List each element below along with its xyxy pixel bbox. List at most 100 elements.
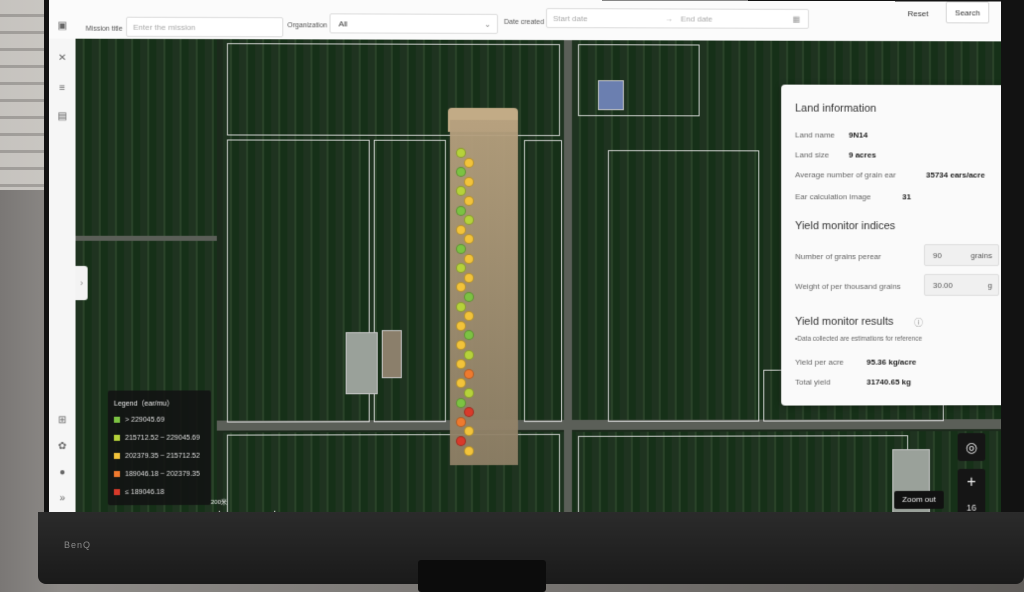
legend-swatch [114,471,120,477]
total-yield-value: 31740.65 kg [867,378,912,387]
mission-title-label: Mission title [86,26,123,33]
legend-swatch [114,489,120,495]
sample-dot[interactable] [464,177,474,187]
results-note: •Data collected are estimations for refe… [795,336,922,343]
organization-label: Organization [287,22,327,29]
date-range-input[interactable]: Start date → End date ▦ [546,8,809,29]
sample-dot[interactable] [456,340,466,350]
calendar-icon[interactable]: ▦ [793,10,801,30]
mission-title-input[interactable]: Enter the mission [126,17,283,38]
ear-image-value[interactable]: 31 [902,192,911,201]
app-screen: Mission title Enter the mission Organiza… [49,0,1001,550]
plot-boundary[interactable] [578,44,700,116]
legend-item: 215712.52 ~ 229045.69 [114,435,200,442]
settings-icon[interactable]: ✿ [56,441,68,453]
legend-item: 189046.18 ~ 202379.35 [114,471,200,478]
sample-dot[interactable] [456,321,466,331]
avg-grain-label: Average number of grain ear [795,170,896,179]
user-icon[interactable]: ● [56,467,68,479]
satellite-map[interactable]: Legend（ear/mu） > 229045.69 215712.52 ~ 2… [76,39,1002,550]
sample-dot[interactable] [464,158,474,168]
sample-dot[interactable] [464,388,474,398]
dashboard-icon[interactable]: ▤ [56,111,68,123]
sample-dot[interactable] [456,302,466,312]
legend-item: 202379.35 ~ 215712.52 [114,453,200,460]
list-icon[interactable]: ≡ [56,83,68,95]
building [382,330,402,378]
sample-dot[interactable] [456,244,466,254]
land-size-label: Land size [795,150,829,159]
scale-label: 200米 [211,497,227,506]
legend-swatch [114,435,120,441]
target-icon: ◎ [965,439,977,455]
sample-dot[interactable] [464,446,474,456]
indices-heading: Yield monitor indices [795,220,895,232]
weight-value: 30.00 [933,275,953,297]
land-info-heading: Land information [795,103,876,115]
weight-label: Weight of per thousand grains [795,282,901,291]
sample-dot[interactable] [464,254,474,264]
plot-boundary[interactable] [524,140,562,422]
tools-icon[interactable]: ✕ [56,53,68,65]
land-name-label: Land name [795,130,835,139]
sidebar-collapse-tab[interactable]: › [76,266,88,300]
ear-image-label: Ear calculation image [795,192,871,201]
search-button[interactable]: Search [946,1,990,23]
zoom-in-button[interactable]: + [958,469,986,497]
avg-grain-value: 35734 ears/acre [926,171,985,180]
legend-label: ≤ 189046.18 [125,489,164,496]
building [598,80,624,110]
map-legend: Legend（ear/mu） > 229045.69 215712.52 ~ 2… [108,390,211,505]
grains-input[interactable]: 90 grains [924,244,999,266]
start-date-field[interactable]: Start date [553,14,588,23]
sample-dot[interactable] [464,369,474,379]
sample-dot[interactable] [456,148,466,158]
land-size-value: 9 acres [849,150,876,159]
legend-label: 189046.18 ~ 202379.35 [125,471,200,478]
legend-swatch [114,417,120,423]
total-yield-label: Total yield [795,378,830,387]
weight-input[interactable]: 30.00 g [924,274,999,296]
gallery-icon[interactable]: ▣ [56,21,68,33]
grains-value: 90 [933,245,942,267]
chevron-down-icon: ⌄ [484,15,491,35]
road [564,40,572,548]
end-date-field[interactable]: End date [681,10,713,30]
monitor-brand-logo: BenQ [64,540,91,550]
weight-unit: g [988,275,992,297]
plot-boundary[interactable] [608,150,759,422]
legend-label: 202379.35 ~ 215712.52 [125,453,200,460]
zoom-out-tooltip: Zoom out [894,491,944,509]
legend-item: > 229045.69 [114,417,165,424]
filter-bar: Mission title Enter the mission Organiza… [49,0,1001,42]
date-created-label: Date created [504,19,544,26]
yield-acre-label: Yield per acre [795,358,844,367]
sample-dot[interactable] [456,398,466,408]
sample-dot[interactable] [456,206,466,216]
left-sidebar: ▣ ✕ ≡ ▤ ⊞ ✿ ● » [49,39,76,550]
legend-title: Legend（ear/mu） [114,399,174,409]
land-info-panel: Land information Land name 9N14 Land siz… [781,85,1001,406]
sample-dot[interactable] [464,350,474,360]
results-heading: Yield monitor results [795,316,893,328]
recenter-button[interactable]: ◎ [958,433,986,461]
organization-select[interactable]: All ⌄ [330,13,498,34]
export-icon[interactable]: ⊞ [56,415,68,427]
plot-boundary[interactable] [374,140,446,423]
info-icon[interactable]: ⓘ [914,316,923,329]
sample-dot[interactable] [464,273,474,283]
reset-button[interactable]: Reset [898,3,938,25]
legend-item: ≤ 189046.18 [114,489,164,496]
grains-unit: grains [971,245,993,267]
legend-label: > 229045.69 [125,417,164,424]
monitor-stand [418,560,546,592]
sample-dot[interactable] [464,196,474,206]
land-name-value: 9N14 [849,131,868,140]
sample-dot[interactable] [456,225,466,235]
sample-dot[interactable] [456,436,466,446]
legend-label: 215712.52 ~ 229045.69 [125,435,200,442]
building [346,332,378,394]
sample-dot[interactable] [456,417,466,427]
expand-icon[interactable]: » [56,493,68,505]
sample-dot[interactable] [464,292,474,302]
